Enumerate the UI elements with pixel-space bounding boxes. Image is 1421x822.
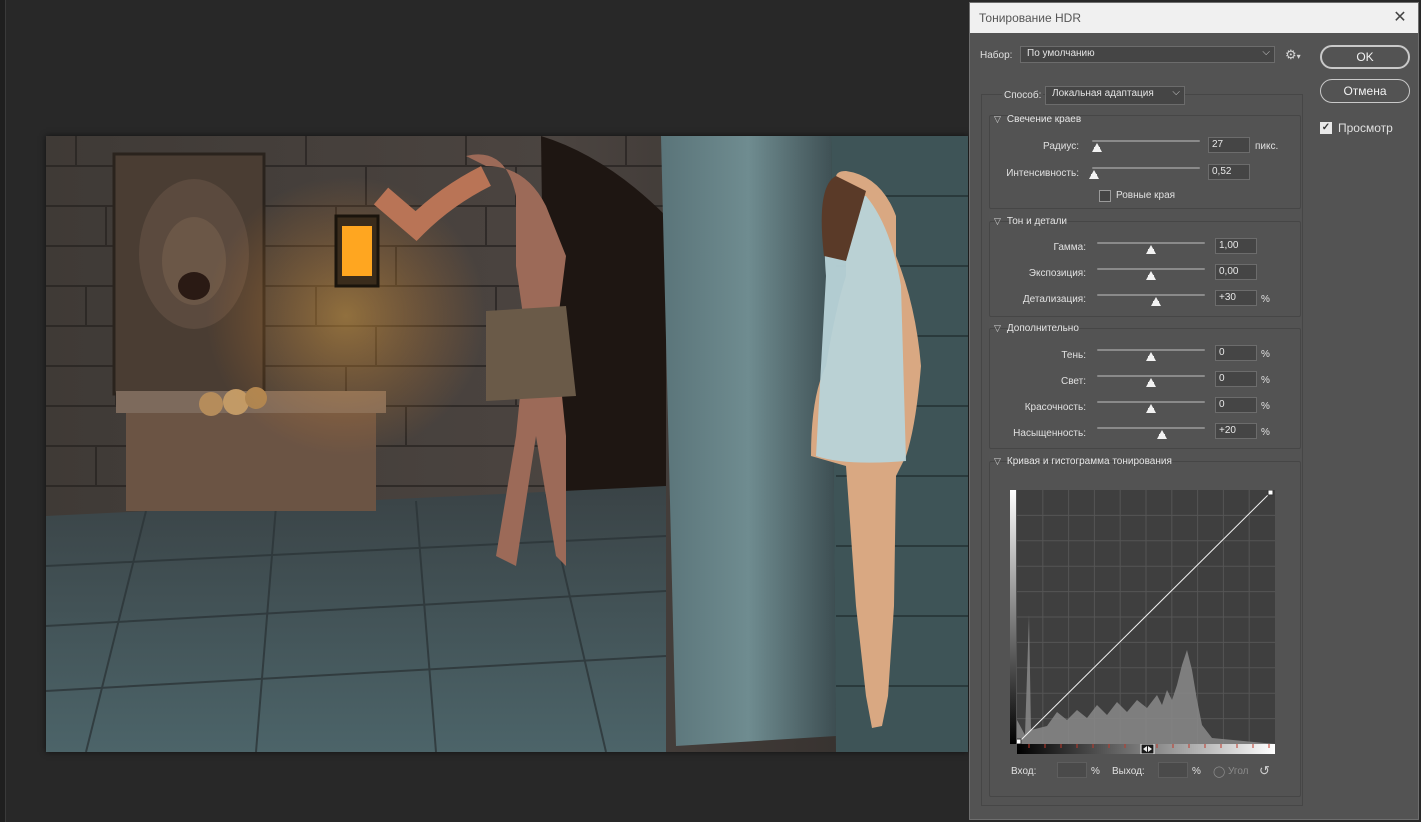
method-value: Локальная адаптация (1052, 88, 1154, 99)
curve-input-label: Вход: (1011, 766, 1037, 777)
smooth-edges-checkbox[interactable] (1099, 190, 1111, 202)
advanced-title: Дополнительно (1006, 323, 1079, 334)
exposure-slider[interactable] (1097, 268, 1205, 270)
highlight-label: Свет: (1060, 376, 1086, 387)
vibrance-label: Красочность: (1024, 402, 1086, 413)
radius-label: Радиус: (1043, 141, 1079, 152)
detail-unit: % (1261, 294, 1270, 305)
midpoint-slider-icon[interactable] (1140, 743, 1155, 755)
gamma-label: Гамма: (1053, 242, 1086, 253)
vibrance-unit: % (1261, 401, 1270, 412)
gamma-input[interactable]: 1,00 (1215, 238, 1257, 254)
reset-curve-icon[interactable]: ↺ (1259, 763, 1270, 779)
detail-input[interactable]: +30 (1215, 290, 1257, 306)
collapse-chevron-icon: ▽ (994, 456, 1001, 466)
curve-output-label: Выход: (1112, 766, 1145, 777)
saturation-input[interactable]: +20 (1215, 423, 1257, 439)
smooth-edges-label: Ровные края (1116, 190, 1176, 201)
canvas-edge (0, 0, 6, 822)
detail-slider[interactable] (1097, 294, 1205, 296)
tone-detail-title: Тон и детали (1006, 216, 1067, 227)
cancel-button[interactable]: Отмена (1320, 79, 1410, 103)
strength-slider[interactable] (1092, 167, 1200, 169)
preset-value: По умолчанию (1027, 48, 1095, 59)
curve-input-field[interactable] (1057, 762, 1087, 778)
collapse-chevron-icon: ▽ (994, 323, 1001, 333)
close-icon[interactable]: ✕ (1390, 8, 1410, 28)
preview-checkbox[interactable]: ✓ (1320, 122, 1332, 134)
saturation-slider[interactable] (1097, 427, 1205, 429)
hdr-toning-dialog: Тонирование HDR ✕ Набор: По умолчанию ⌵ … (969, 2, 1419, 820)
advanced-header[interactable]: ▽ Дополнительно (994, 323, 1079, 334)
toning-curve-title: Кривая и гистограмма тонирования (1006, 456, 1172, 467)
chevron-down-icon: ⌵ (1262, 47, 1270, 58)
highlight-slider-thumb[interactable] (1146, 378, 1156, 387)
collapse-chevron-icon: ▽ (994, 114, 1001, 124)
output-gradient-ramp (1010, 490, 1016, 744)
curve-point-white[interactable] (1267, 489, 1274, 496)
vibrance-slider-thumb[interactable] (1146, 404, 1156, 413)
saturation-unit: % (1261, 427, 1270, 438)
vibrance-input[interactable]: 0 (1215, 397, 1257, 413)
tone-detail-header[interactable]: ▽ Тон и детали (994, 216, 1067, 227)
gamma-slider[interactable] (1097, 242, 1205, 244)
vibrance-slider[interactable] (1097, 401, 1205, 403)
saturation-slider-thumb[interactable] (1156, 430, 1167, 439)
method-select[interactable]: Локальная адаптация ⌵ (1045, 86, 1185, 105)
shadow-input[interactable]: 0 (1215, 345, 1257, 361)
shadow-unit: % (1261, 349, 1270, 360)
highlight-unit: % (1261, 375, 1270, 386)
exposure-slider-thumb[interactable] (1146, 271, 1156, 280)
toning-curve-header[interactable]: ▽ Кривая и гистограмма тонирования (994, 456, 1172, 467)
dialog-title: Тонирование HDR (979, 11, 1081, 25)
dialog-titlebar: Тонирование HDR ✕ (970, 3, 1418, 33)
exposure-input[interactable]: 0,00 (1215, 264, 1257, 280)
document-image (46, 136, 968, 752)
exposure-label: Экспозиция: (1028, 268, 1086, 279)
input-gradient-ramp (1017, 743, 1275, 755)
edge-glow-title: Свечение краев (1006, 114, 1082, 125)
highlight-slider[interactable] (1097, 375, 1205, 377)
curve-editor[interactable] (1015, 489, 1275, 745)
highlight-input[interactable]: 0 (1215, 371, 1257, 387)
curve-output-field[interactable] (1158, 762, 1188, 778)
shadow-slider[interactable] (1097, 349, 1205, 351)
strength-input[interactable]: 0,52 (1208, 164, 1250, 180)
curve-output-unit: % (1192, 766, 1201, 777)
strength-label: Интенсивность: (1006, 168, 1079, 179)
preview-label: Просмотр (1338, 121, 1393, 135)
strength-slider-thumb[interactable] (1089, 170, 1100, 179)
gear-icon[interactable]: ⚙▾ (1285, 47, 1301, 63)
preset-select[interactable]: По умолчанию ⌵ (1020, 46, 1275, 63)
ok-button[interactable]: OK (1320, 45, 1410, 69)
detail-label: Детализация: (1022, 294, 1086, 305)
method-label: Способ: (1002, 90, 1044, 101)
radius-input[interactable]: 27 (1208, 137, 1250, 153)
shadow-slider-thumb[interactable] (1146, 352, 1156, 361)
corner-radio[interactable]: ◯ (1213, 765, 1225, 778)
saturation-label: Насыщенность: (1013, 428, 1086, 439)
collapse-chevron-icon: ▽ (994, 216, 1001, 226)
detail-slider-thumb[interactable] (1151, 297, 1162, 306)
radius-slider[interactable] (1092, 140, 1200, 142)
preset-label: Набор: (980, 50, 1013, 61)
shadow-label: Тень: (1061, 350, 1086, 361)
corner-label: Угол (1228, 766, 1249, 777)
radius-unit: пикс. (1255, 141, 1279, 152)
gamma-slider-thumb[interactable] (1146, 245, 1156, 254)
chevron-down-icon: ⌵ (1172, 87, 1180, 98)
edge-glow-header[interactable]: ▽ Свечение краев (994, 114, 1081, 125)
curve-input-unit: % (1091, 766, 1100, 777)
radius-slider-thumb[interactable] (1092, 143, 1103, 152)
